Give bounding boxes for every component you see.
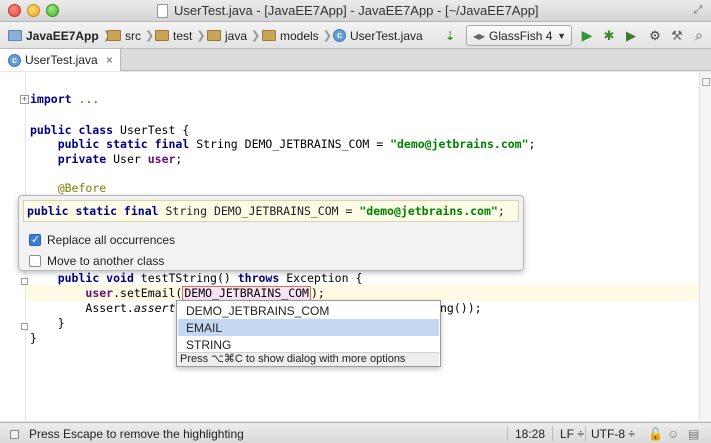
- fold-expand-icon[interactable]: +: [20, 95, 29, 104]
- chevron-right-icon: ❯: [251, 30, 261, 42]
- fullscreen-icon[interactable]: ⤢: [691, 4, 705, 17]
- checkbox-unchecked[interactable]: [29, 255, 41, 267]
- code-line-field1: public static final String DEMO_JETBRAIN…: [57, 137, 536, 151]
- replace-all-occurrences-checkbox[interactable]: Replace all occurrences: [29, 232, 175, 248]
- inspector-icon[interactable]: ☺: [667, 426, 679, 441]
- line-separator-selector[interactable]: LF ÷: [560, 426, 584, 441]
- lock-icon[interactable]: 🔓: [648, 426, 663, 441]
- breadcrumb-file[interactable]: c UserTest.java: [333, 27, 423, 44]
- status-divider: [552, 426, 553, 441]
- breadcrumb-models[interactable]: models ❯: [262, 27, 334, 44]
- chevron-right-icon: ❯: [196, 30, 206, 42]
- chevron-down-icon: ▼: [557, 30, 566, 41]
- move-to-another-class-checkbox[interactable]: Move to another class: [29, 253, 164, 269]
- folder-icon: [155, 30, 169, 41]
- status-message: Press Escape to remove the highlighting: [10, 427, 244, 441]
- navigation-bar: JavaEE7App ❯ src ❯ test ❯ java ❯ models …: [0, 22, 711, 49]
- code-line-assert: Assert.assert: [85, 301, 176, 315]
- server-icon: ◂▸: [473, 28, 486, 43]
- status-bar: Press Escape to remove the highlighting …: [0, 422, 711, 443]
- code-line-import: import ...: [30, 92, 100, 106]
- event-log-icon[interactable]: ▤: [688, 426, 699, 441]
- code-line-call: user.setEmail(DEMO_JETBRAINS_COM);: [85, 286, 325, 301]
- run-configuration-select[interactable]: ◂▸ GlassFish 4 ▼: [466, 25, 572, 46]
- profile-icon[interactable]: ⚙: [646, 27, 664, 44]
- document-icon: [157, 4, 168, 18]
- code-line-annotation: @Before: [57, 181, 107, 195]
- breadcrumb-java[interactable]: java ❯: [207, 27, 262, 44]
- code-line-class: public class UserTest {: [30, 123, 190, 137]
- editor-tab-bar: c UserTest.java ×: [0, 49, 711, 71]
- introduce-constant-popup: public static final String DEMO_JETBRAIN…: [18, 195, 524, 271]
- name-suggestion-list: DEMO_JETBRAINS_COM EMAIL STRING Press ⌥⌘…: [176, 300, 441, 367]
- inspection-status-icon: [702, 78, 710, 86]
- settings-icon[interactable]: ⚒: [668, 27, 686, 44]
- tab-usertest-java[interactable]: c UserTest.java ×: [0, 49, 121, 71]
- list-item-selected[interactable]: EMAIL: [178, 319, 439, 336]
- minimize-window-button[interactable]: [27, 4, 40, 17]
- class-icon: c: [8, 53, 21, 67]
- coverage-icon[interactable]: ▶: [622, 27, 640, 44]
- completion-hint: Press ⌥⌘C to show dialog with more optio…: [178, 352, 439, 366]
- breadcrumb-test[interactable]: test ❯: [155, 27, 208, 44]
- sort-icon[interactable]: ⇣: [440, 27, 460, 44]
- code-line-close-class: }: [30, 331, 37, 345]
- checkbox-checked[interactable]: [29, 233, 41, 246]
- list-item[interactable]: DEMO_JETBRAINS_COM: [178, 302, 439, 319]
- code-line-assert-tail: ng());: [440, 301, 482, 315]
- error-stripe: [699, 72, 711, 421]
- caret-position[interactable]: 18:28: [515, 426, 545, 441]
- status-divider: [507, 426, 508, 441]
- class-icon: c: [333, 29, 346, 42]
- chevron-right-icon: ❯: [322, 30, 332, 42]
- code-line-method: public void testTString() throws Excepti…: [57, 271, 363, 285]
- breadcrumb-project[interactable]: JavaEE7App ❯: [8, 27, 114, 44]
- zoom-window-button[interactable]: [46, 4, 59, 17]
- code-line-close-method: }: [57, 316, 65, 330]
- run-icon[interactable]: ▶: [578, 27, 596, 44]
- list-item[interactable]: STRING: [178, 336, 439, 353]
- renamed-constant-highlight[interactable]: DEMO_JETBRAINS_COM: [182, 286, 311, 301]
- folder-icon: [107, 30, 121, 41]
- tool-windows-icon[interactable]: [10, 429, 19, 439]
- chevron-right-icon: ❯: [145, 30, 155, 42]
- folder-icon: [207, 30, 221, 41]
- close-tab-icon[interactable]: ×: [106, 53, 113, 67]
- encoding-selector[interactable]: UTF-8 ÷: [591, 426, 635, 441]
- project-folder-icon: [8, 30, 22, 41]
- package-icon: [262, 30, 276, 41]
- title-bar: UserTest.java - [JavaEE7App] - JavaEE7Ap…: [0, 0, 711, 22]
- window-title: UserTest.java - [JavaEE7App] - JavaEE7Ap…: [174, 3, 539, 18]
- close-window-button[interactable]: [8, 4, 21, 17]
- code-line-field2: private User user;: [57, 152, 183, 166]
- status-divider: [585, 426, 586, 441]
- constant-declaration-preview: public static final String DEMO_JETBRAIN…: [23, 200, 519, 222]
- debug-icon[interactable]: ✱: [600, 27, 618, 44]
- breadcrumb-src[interactable]: src ❯: [107, 27, 156, 44]
- search-icon[interactable]: ⌕: [690, 27, 708, 44]
- fold-collapse-icon[interactable]: [21, 278, 28, 285]
- fold-collapse-icon[interactable]: [21, 323, 28, 330]
